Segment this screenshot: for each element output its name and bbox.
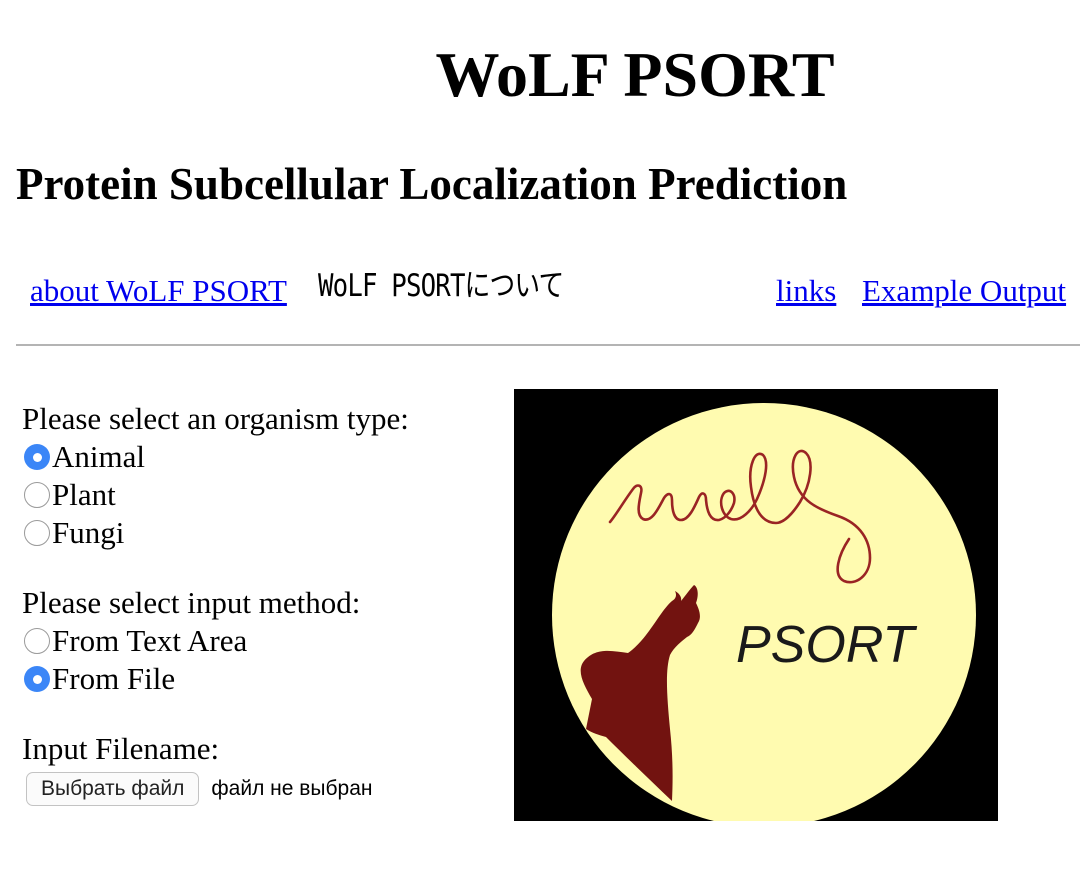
organism-option-animal[interactable]: Animal	[22, 438, 492, 476]
radio-text-area[interactable]	[24, 628, 50, 654]
organism-option-fungi[interactable]: Fungi	[22, 514, 492, 552]
radio-file[interactable]	[24, 666, 50, 692]
logo-psort-text: PSORT	[736, 616, 917, 674]
about-japanese-link[interactable]: WoLF PSORTについて	[318, 266, 677, 316]
organism-prompt: Please select an organism type:	[22, 401, 409, 436]
page-subtitle: Protein Subcellular Localization Predict…	[16, 159, 848, 209]
links-link[interactable]: links	[776, 271, 836, 311]
choose-file-button[interactable]: Выбрать файл	[26, 772, 200, 806]
example-output-link[interactable]: Example Output	[862, 271, 1066, 311]
method-option-text-area[interactable]: From Text Area	[22, 622, 492, 660]
wolf-psort-logo: PSORT	[514, 389, 998, 821]
filename-label: Input Filename:	[22, 731, 220, 766]
radio-label: Fungi	[52, 515, 125, 550]
radio-label: From Text Area	[52, 623, 248, 658]
page-title: WoLF PSORT	[435, 39, 835, 110]
radio-fungi[interactable]	[24, 520, 50, 546]
method-prompt: Please select input method:	[22, 585, 361, 620]
divider	[16, 344, 1080, 346]
organism-option-plant[interactable]: Plant	[22, 476, 492, 514]
radio-label: From File	[52, 661, 176, 696]
radio-label: Animal	[52, 439, 145, 474]
file-input: Выбрать файл файл не выбран	[26, 772, 492, 806]
radio-plant[interactable]	[24, 482, 50, 508]
file-status: файл не выбран	[211, 777, 373, 800]
prediction-form: Please select an organism type: Animal P…	[22, 400, 492, 806]
method-option-file[interactable]: From File	[22, 660, 492, 698]
about-link[interactable]: about WoLF PSORT	[30, 271, 287, 311]
radio-animal[interactable]	[24, 444, 50, 470]
radio-label: Plant	[52, 477, 116, 512]
nav-bar: about WoLF PSORT WoLF PSORTについて links Ex…	[0, 266, 1080, 318]
